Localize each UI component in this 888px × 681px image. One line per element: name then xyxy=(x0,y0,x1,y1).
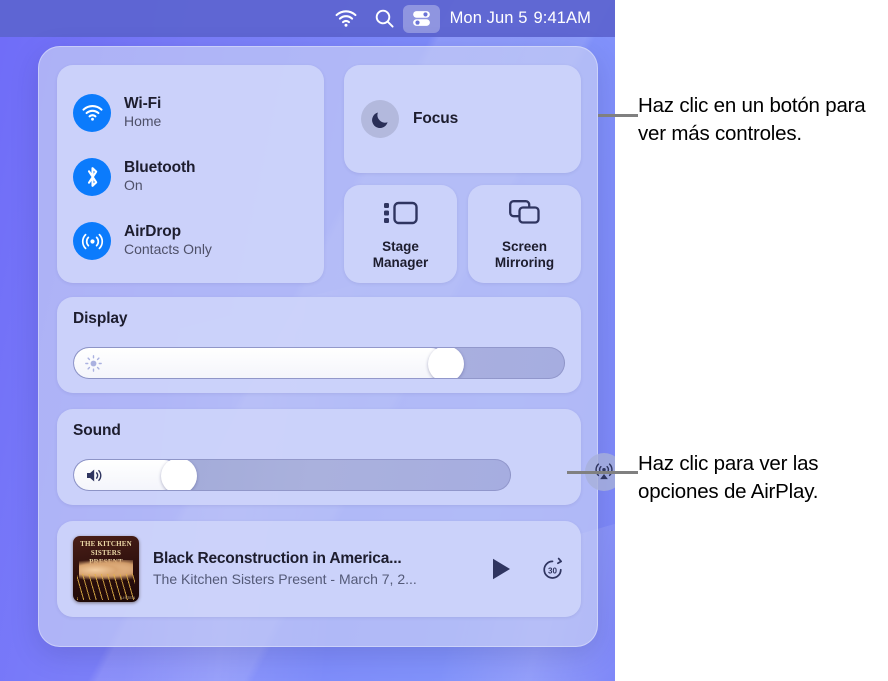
stage-manager-label: Stage Manager xyxy=(372,238,429,270)
bluetooth-title: Bluetooth xyxy=(124,159,196,177)
menu-bar: Mon Jun 5 9:41AM xyxy=(0,0,615,37)
now-playing-text: Black Reconstruction in America... The K… xyxy=(153,549,476,588)
display-slider-thumb[interactable] xyxy=(428,348,464,378)
callout-leader-line xyxy=(598,114,638,117)
svg-text:30: 30 xyxy=(548,566,557,575)
airdrop-title: AirDrop xyxy=(124,223,181,241)
brightness-icon xyxy=(85,354,102,372)
focus-label: Focus xyxy=(413,110,459,127)
skip-forward-30-button[interactable]: 30 xyxy=(540,557,565,582)
now-playing-module[interactable]: THE KITCHEN SISTERS PRESENT LISTEN Black… xyxy=(57,521,581,617)
focus-control[interactable]: Focus xyxy=(344,65,581,173)
bluetooth-control[interactable]: Bluetooth On xyxy=(57,145,324,209)
track-title: Black Reconstruction in America... xyxy=(153,550,402,568)
airdrop-control[interactable]: AirDrop Contacts Only xyxy=(57,209,324,273)
search-icon[interactable] xyxy=(366,5,403,33)
macos-desktop: Mon Jun 5 9:41AM Wi-Fi Home Bluetooth On… xyxy=(0,0,615,681)
display-module: Display xyxy=(57,297,581,393)
callout-controls-text: Haz clic en un botón para ver más contro… xyxy=(638,94,866,145)
wifi-status: Home xyxy=(124,113,162,130)
wifi-icon[interactable] xyxy=(326,5,366,33)
wifi-control[interactable]: Wi-Fi Home xyxy=(57,81,324,145)
screen-mirroring-label: Screen Mirroring xyxy=(494,238,555,270)
stage-manager-control[interactable]: Stage Manager xyxy=(344,185,457,283)
track-subtitle: The Kitchen Sisters Present - March 7, 2… xyxy=(153,570,417,587)
play-button[interactable] xyxy=(490,557,512,581)
speaker-icon xyxy=(85,467,106,484)
bluetooth-status: On xyxy=(124,177,143,194)
callout-airplay-text: Haz clic para ver las opciones de AirPla… xyxy=(638,452,819,503)
sound-slider-thumb[interactable] xyxy=(161,460,197,490)
clock-time: 9:41AM xyxy=(533,9,591,27)
display-title: Display xyxy=(73,310,128,327)
display-slider-fill xyxy=(74,348,446,378)
menu-bar-clock[interactable]: Mon Jun 5 9:41AM xyxy=(450,9,591,28)
wifi-icon xyxy=(73,94,111,132)
callout-leader-line xyxy=(567,471,638,474)
screen-mirroring-control[interactable]: Screen Mirroring xyxy=(468,185,581,283)
screenshot-root: Mon Jun 5 9:41AM Wi-Fi Home Bluetooth On… xyxy=(0,0,888,681)
moon-icon xyxy=(361,100,399,138)
sound-module: Sound xyxy=(57,409,615,505)
control-center-row-top: Wi-Fi Home Bluetooth On AirDrop Contacts… xyxy=(57,65,581,283)
clock-day: Mon Jun 5 xyxy=(449,9,528,27)
display-brightness-slider[interactable] xyxy=(73,347,565,379)
sound-volume-slider[interactable] xyxy=(73,459,511,491)
screen-mirroring-icon xyxy=(508,198,542,231)
stage-manager-icon xyxy=(383,198,419,231)
airdrop-icon xyxy=(73,222,111,260)
connectivity-module: Wi-Fi Home Bluetooth On AirDrop Contacts… xyxy=(57,65,324,283)
wifi-title: Wi-Fi xyxy=(124,95,162,113)
control-center-panel: Wi-Fi Home Bluetooth On AirDrop Contacts… xyxy=(38,46,615,647)
album-artwork: THE KITCHEN SISTERS PRESENT LISTEN xyxy=(73,536,139,602)
airdrop-status: Contacts Only xyxy=(124,241,212,258)
bluetooth-icon xyxy=(73,158,111,196)
artwork-footer: LISTEN xyxy=(120,595,135,600)
sound-title: Sound xyxy=(73,422,121,439)
control-center-icon[interactable] xyxy=(402,4,440,33)
